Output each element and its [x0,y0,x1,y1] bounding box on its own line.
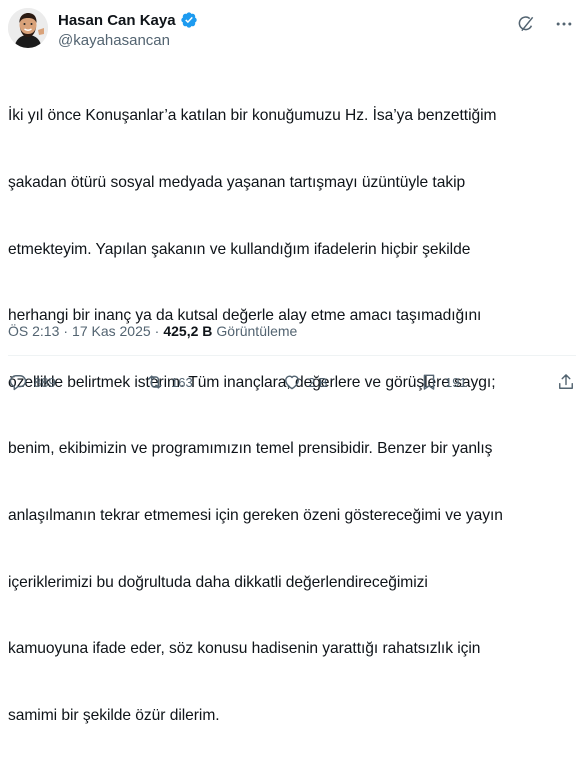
like-button[interactable]: 2 B [282,372,342,392]
tweet-text-line: anlaşılmanın tekrar etmemesi için gereke… [8,507,503,525]
repost-count: 163 [171,374,193,390]
tweet-card: Hasan Can Kaya @kayahasancan İki yıl önc… [0,0,584,724]
views-label: Görüntüleme [216,323,298,339]
tweet-header: Hasan Can Kaya @kayahasancan [8,8,576,52]
tweet-text-line: benim, ekibimizin ve programımızın temel… [8,440,493,458]
tweet-text-line: içeriklerimizi bu doğrultuda daha dikkat… [8,573,428,591]
reply-count: 889 [34,374,56,390]
tweet-text-line: etmekteyim. Yapılan şakanın ve kullandığ… [8,240,471,258]
display-name[interactable]: Hasan Can Kaya [58,12,176,29]
author-info: Hasan Can Kaya @kayahasancan [58,10,198,52]
share-button[interactable] [556,372,576,392]
avatar-illustration [8,8,48,48]
timestamp-time[interactable]: ÖS 2:13 [8,323,59,339]
top-actions [516,14,574,34]
handle[interactable]: @kayahasancan [58,32,198,52]
repost-icon [145,372,165,392]
tweet-text-line: şakadan ötürü sosyal medyada yaşanan tar… [8,174,466,192]
name-row: Hasan Can Kaya [58,10,198,30]
reply-button[interactable]: 889 [8,372,68,392]
avatar[interactable] [8,8,48,48]
tweet-meta: ÖS 2:13 · 17 Kas 2025 · 425,2 B Görüntül… [8,321,297,341]
timestamp-date[interactable]: 17 Kas 2025 [72,323,151,339]
bookmark-button[interactable]: 191 [419,372,479,392]
like-count: 2 B [308,374,328,390]
repost-button[interactable]: 163 [145,372,205,392]
tweet-text-line: samimi bir şekilde özür dilerim. [8,706,220,724]
tweet-text-line: kamuoyuna ifade eder, söz konusu hadisen… [8,640,481,658]
meta-separator: · [63,323,69,339]
tweet-text: İki yıl önce Konuşanlar’a katılan bir ko… [8,61,570,772]
views-count: 425,2 B [163,323,213,339]
grok-icon[interactable] [516,14,536,34]
bookmark-icon [419,372,439,392]
share-icon [556,372,576,392]
tweet-text-line: İki yıl önce Konuşanlar’a katılan bir ko… [8,107,497,125]
meta-separator: · [154,323,160,339]
more-icon[interactable] [554,14,574,34]
like-icon [282,372,302,392]
verified-badge-icon[interactable] [180,11,198,29]
reply-icon [8,372,28,392]
divider [8,355,576,356]
bookmark-count: 191 [445,374,467,390]
action-bar: 889 163 2 B 191 [8,370,576,394]
